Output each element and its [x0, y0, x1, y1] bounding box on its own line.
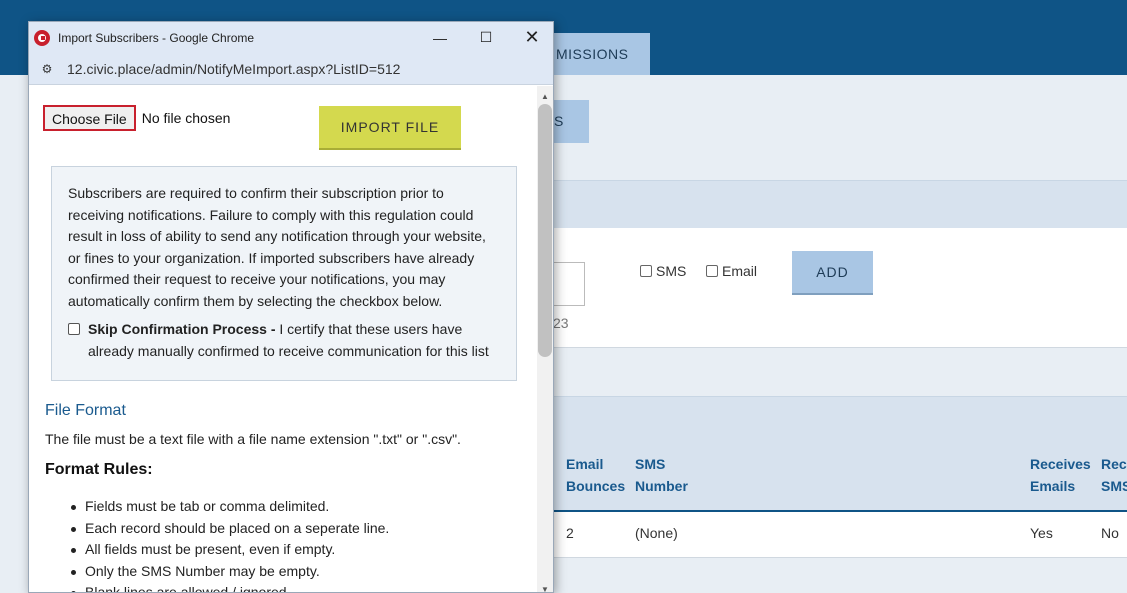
format-rules-heading: Format Rules: — [45, 461, 153, 478]
app-logo-icon — [34, 29, 50, 46]
import-file-button[interactable]: IMPORT FILE — [319, 106, 461, 150]
tab-permissions[interactable]: MISSIONS — [540, 33, 650, 75]
list-item: All fields must be present, even if empt… — [70, 539, 389, 561]
list-item: Each record should be placed on a sepera… — [70, 518, 389, 540]
close-icon[interactable]: ✕ — [509, 22, 553, 53]
file-format-description: The file must be a text file with a file… — [45, 431, 461, 447]
column-header-line: Bounces — [566, 478, 626, 494]
column-header-line: Rec — [1101, 456, 1127, 472]
scroll-down-icon[interactable]: ▼ — [541, 585, 549, 592]
cell-receives-sms: No — [1101, 525, 1119, 541]
file-picker: Choose File No file chosen — [43, 105, 230, 131]
list-item: Blank lines are allowed / ignored. — [70, 582, 389, 592]
format-rules-list: Fields must be tab or comma delimited. E… — [70, 496, 389, 592]
skip-confirmation-checkbox[interactable] — [68, 323, 80, 335]
import-popup-window: Import Subscribers - Google Chrome — ☐ ✕… — [28, 21, 554, 593]
column-header-line: Number — [635, 478, 688, 494]
file-format-heading: File Format — [45, 402, 126, 419]
column-header-line: Email — [566, 456, 604, 472]
email-checkbox-box[interactable] — [706, 265, 718, 277]
email-checkbox-label: Email — [722, 263, 758, 279]
column-header-line: Receives — [1030, 456, 1091, 472]
cell-email-bounces: 2 — [566, 525, 574, 541]
window-title: Import Subscribers - Google Chrome — [58, 30, 255, 45]
column-header-receives-sms[interactable]: Rec SMS — [1101, 453, 1127, 497]
popup-content: Choose File No file chosen IMPORT FILE S… — [29, 86, 537, 592]
input-hint: 23 — [553, 315, 569, 331]
file-status: No file chosen — [141, 110, 231, 126]
skip-confirmation-row: Skip Confirmation Process - I certify th… — [68, 319, 500, 362]
sms-checkbox-box[interactable] — [640, 265, 652, 277]
notice-text: Subscribers are required to confirm thei… — [68, 185, 486, 309]
column-header-line: SMS — [635, 456, 666, 472]
skip-confirmation-label: Skip Confirmation Process - I certify th… — [88, 319, 500, 362]
maximize-icon[interactable]: ☐ — [463, 22, 509, 53]
list-item: Fields must be tab or comma delimited. — [70, 496, 389, 518]
email-checkbox[interactable]: Email — [706, 263, 763, 279]
column-header-email-bounces[interactable]: Email Bounces — [566, 453, 625, 497]
sms-checkbox[interactable]: SMS — [640, 263, 686, 279]
confirmation-notice: Subscribers are required to confirm thei… — [51, 166, 517, 381]
column-header-line: SMS — [1101, 478, 1127, 494]
url-text[interactable]: 12.civic.place/admin/NotifyMeImport.aspx… — [67, 61, 400, 77]
subscriber-input[interactable] — [553, 262, 585, 306]
popup-scrollbar[interactable]: ▲ ▼ — [537, 86, 553, 592]
section-header-band — [553, 180, 1127, 228]
column-header-sms-number[interactable]: SMS Number — [635, 453, 688, 497]
skip-confirmation-title: Skip Confirmation Process - — [88, 321, 276, 337]
add-button[interactable]: ADD — [792, 251, 873, 295]
list-item: Only the SMS Number may be empty. — [70, 561, 389, 583]
site-settings-icon[interactable]: ⚙ — [39, 62, 55, 76]
scrollbar-thumb[interactable] — [538, 104, 552, 357]
column-header-receives-emails[interactable]: Receives Emails — [1030, 453, 1091, 497]
choose-file-button[interactable]: Choose File — [43, 105, 136, 131]
sms-checkbox-label: SMS — [656, 263, 687, 279]
column-header-line: Emails — [1030, 478, 1076, 494]
window-titlebar[interactable]: Import Subscribers - Google Chrome — ☐ ✕ — [29, 22, 553, 53]
minimize-icon[interactable]: — — [417, 22, 463, 53]
cell-sms-number: (None) — [635, 525, 678, 541]
scroll-up-icon[interactable]: ▲ — [541, 92, 549, 101]
address-bar[interactable]: ⚙ 12.civic.place/admin/NotifyMeImport.as… — [29, 53, 553, 85]
cell-receives-emails: Yes — [1030, 525, 1053, 541]
